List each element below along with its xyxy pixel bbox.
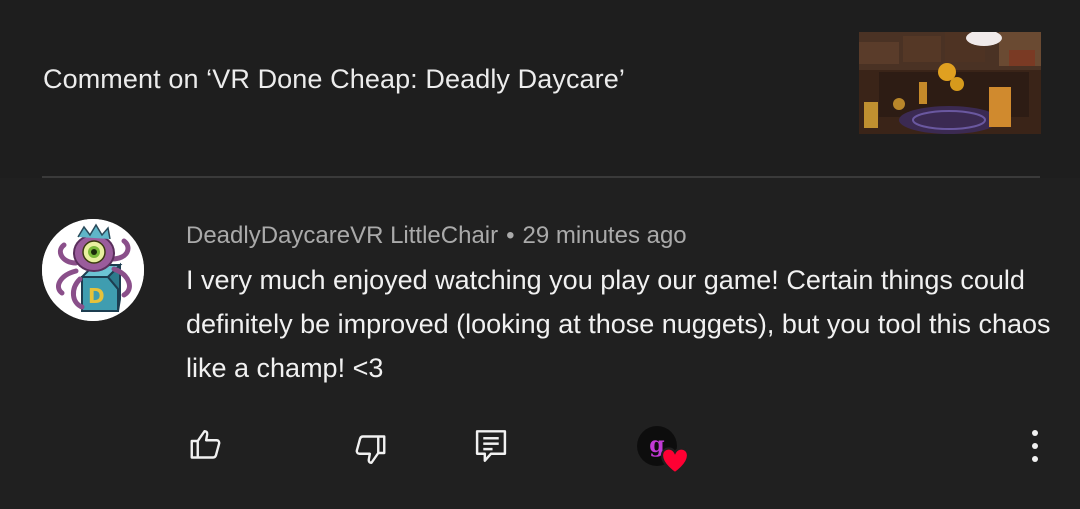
svg-text:D: D [88,284,105,308]
octopus-eye-box-avatar-icon: D [42,219,144,321]
comment-timestamp: 29 minutes ago [522,222,687,249]
more-options-button[interactable] [1020,424,1050,468]
page-title: Comment on ‘VR Done Cheap: Deadly Daycar… [43,64,625,94]
creator-heart-badge: g [637,426,693,478]
header: Comment on ‘VR Done Cheap: Deadly Daycar… [0,0,1080,178]
thumbs-down-icon [355,435,386,464]
heart-icon [660,447,690,475]
comment-meta: DeadlyDaycareVR LittleChair • 29 minutes a… [186,222,687,250]
like-button[interactable] [184,422,228,466]
dislike-button[interactable] [348,428,392,472]
commenter-avatar[interactable]: D [42,219,144,321]
comment-body: I very much enjoyed watching you play ou… [186,265,1051,383]
more-vert-icon [1032,430,1038,462]
meta-separator: • [506,222,515,249]
comment-author[interactable]: DeadlyDaycareVR LittleChair [186,222,498,249]
comment-page: Comment on ‘VR Done Cheap: Deadly Daycar… [0,0,1080,509]
thumbs-up-icon [190,430,221,459]
reply-button[interactable] [469,424,513,468]
reply-icon [475,430,507,462]
video-thumbnail[interactable] [859,32,1041,134]
header-divider [42,176,1040,178]
